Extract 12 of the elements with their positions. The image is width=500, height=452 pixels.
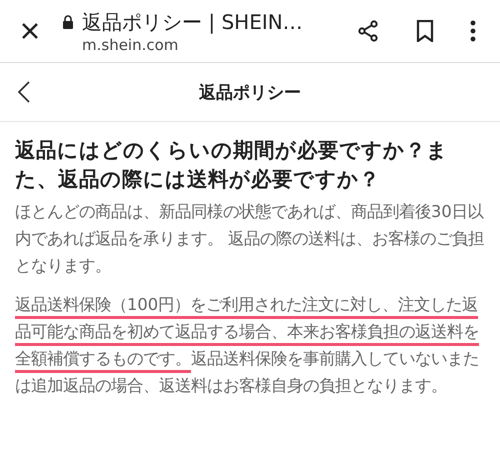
paragraph: 返品送料保険（100円）をご利用された注文に対し、注文した返品可能な商品を初めて返品する場合、本来お客様負担の返送料を全額補償するものです。返品送料保険を事前購入していないまたは追加返品の場合、返送料はお客様自身の負担となります。 [15, 294, 480, 397]
bookmark-icon[interactable] [416, 20, 434, 42]
page-heading: 返品ポリシー [198, 82, 302, 104]
back-icon[interactable] [18, 81, 30, 103]
url-text: m.shein.com [82, 36, 180, 54]
question-heading: 返品にはどのくらいの期間が必要ですか？また、返品の際には送料が必要ですか？ [15, 137, 449, 193]
page-title: 返品ポリシー | SHEIN… [82, 8, 303, 36]
menu-icon[interactable] [470, 20, 476, 42]
paragraph: ほとんどの商品は、新品同様の状態であれば、商品到着後30日以内であれば返品を承ります。 返品の際の送料は、お客様のご負担となります。 [15, 201, 485, 277]
lock-icon [62, 15, 74, 29]
share-icon[interactable] [356, 19, 380, 43]
close-icon[interactable] [20, 21, 40, 41]
